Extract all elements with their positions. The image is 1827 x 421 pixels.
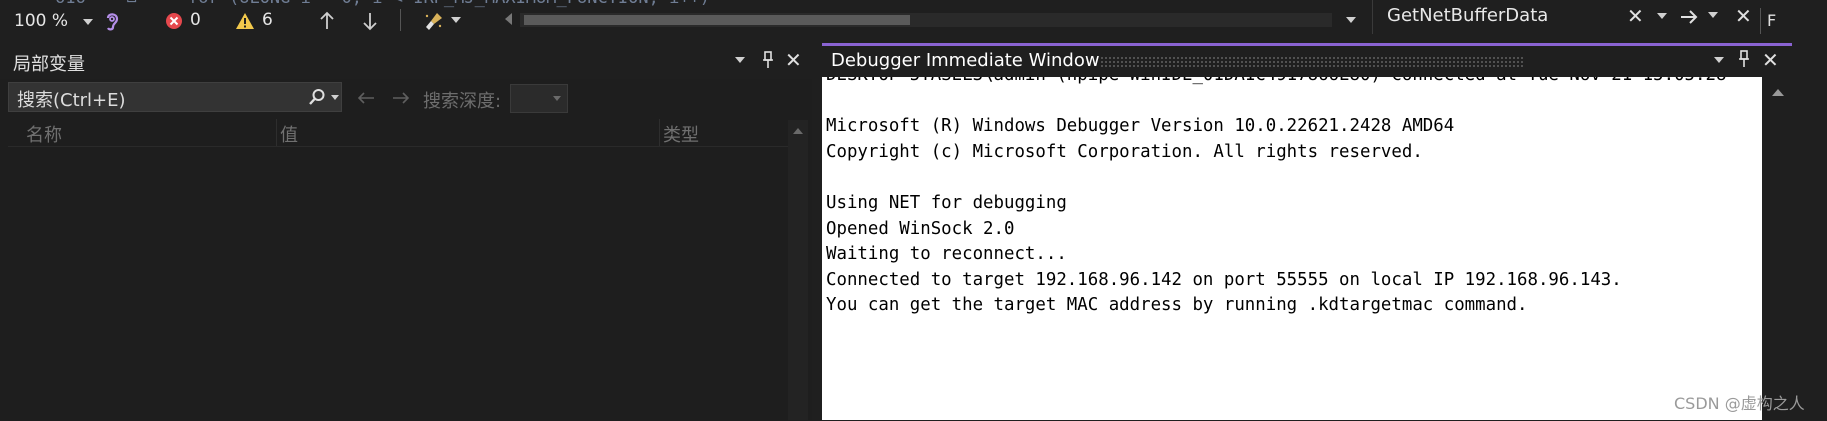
warning-icon[interactable]: [234, 9, 256, 33]
output-line: Microsoft (R) Windows Debugger Version 1…: [826, 116, 1455, 137]
find-input[interactable]: GetNetBufferData ✕: [1372, 0, 1679, 34]
clipped-label-text: F: [1767, 11, 1777, 30]
chevron-down-icon[interactable]: [451, 17, 461, 23]
column-type[interactable]: 类型: [663, 121, 699, 147]
arrow-up-icon[interactable]: [315, 8, 339, 34]
chevron-down-icon[interactable]: [1657, 13, 1667, 19]
chevron-down-icon[interactable]: [331, 95, 339, 100]
clear-icon[interactable]: ✕: [1627, 6, 1644, 26]
locals-tab-header: 局部变量 ✕: [0, 43, 812, 79]
scroll-up-icon[interactable]: [1772, 89, 1784, 96]
immediate-window-tab: Debugger Immediate Window: [822, 43, 1792, 77]
scroll-up-icon[interactable]: [793, 128, 803, 134]
forward-arrow-icon[interactable]: [390, 88, 412, 108]
locals-grid: [8, 146, 788, 421]
search-depth-combo[interactable]: [510, 84, 568, 113]
vertical-scrollbar[interactable]: [788, 120, 808, 420]
close-icon[interactable]: ✕: [1762, 50, 1779, 70]
output-line: Waiting to reconnect...: [826, 244, 1067, 265]
error-icon[interactable]: [163, 9, 185, 33]
chevron-down-icon: [83, 19, 93, 25]
search-depth-label: 搜索深度:: [423, 91, 502, 112]
pin-icon[interactable]: [758, 49, 778, 71]
output-line: You can get the target MAC address by ru…: [826, 295, 1528, 316]
panel-splitter[interactable]: [812, 43, 822, 420]
code-peek-text: 616 ⊡ for (ULONG i = 0; i < IRP_MJ_MAXIM…: [55, 0, 710, 8]
watermark: CSDN @虚构之人: [1674, 394, 1805, 413]
column-value[interactable]: 值: [280, 121, 298, 147]
arrow-down-icon[interactable]: [358, 8, 382, 34]
output-line: DESKTOP-5TASEL3\admin (npipe WinIDE_01DA…: [826, 77, 1726, 89]
close-icon[interactable]: ✕: [1735, 6, 1752, 26]
chevron-down-icon: [1346, 17, 1356, 23]
arrow-right-icon[interactable]: [1676, 4, 1702, 30]
close-icon[interactable]: ✕: [785, 50, 802, 70]
panel-title: Debugger Immediate Window: [831, 50, 1100, 71]
output-line: Opened WinSock 2.0: [826, 218, 1015, 239]
scrollbar-thumb[interactable]: [524, 15, 910, 25]
back-arrow-icon[interactable]: [355, 88, 377, 108]
clipped-label: F: [1760, 8, 1791, 34]
chevron-down-icon[interactable]: [1714, 57, 1724, 63]
zoom-combo[interactable]: 100 %: [0, 9, 97, 35]
ear-icon[interactable]: [100, 8, 124, 34]
code-peek: 616 ⊡ for (ULONG i = 0; i < IRP_MJ_MAXIM…: [0, 0, 1340, 8]
vertical-scrollbar[interactable]: [1762, 77, 1792, 420]
toolbar-separator: [400, 9, 401, 31]
triangle-left-icon[interactable]: [505, 13, 512, 25]
find-dropdown[interactable]: [1342, 8, 1360, 32]
output-line: Using NET for debugging: [826, 192, 1067, 213]
chevron-down-icon: [553, 96, 561, 101]
output-line: Connected to target 192.168.96.142 on po…: [826, 269, 1622, 290]
locals-column-header: 名称 值 类型: [8, 119, 788, 146]
chevron-down-icon[interactable]: [1708, 12, 1718, 18]
output-lines: DESKTOP-5TASEL3\admin (npipe WinIDE_01DA…: [826, 77, 1726, 319]
locals-search-input[interactable]: 搜索(Ctrl+E): [8, 82, 342, 112]
search-icon[interactable]: [307, 87, 327, 107]
find-input-value: GetNetBufferData: [1387, 5, 1549, 26]
column-name[interactable]: 名称: [26, 121, 62, 147]
drag-grip[interactable]: [1100, 56, 1525, 68]
column-separator[interactable]: [276, 119, 277, 146]
immediate-output[interactable]: DESKTOP-5TASEL3\admin (npipe WinIDE_01DA…: [822, 77, 1762, 420]
chevron-down-icon[interactable]: [735, 57, 745, 63]
column-separator[interactable]: [659, 119, 660, 146]
brush-icon[interactable]: [420, 8, 448, 34]
warning-count: 6: [262, 10, 273, 30]
panel-title: 局部变量: [13, 54, 85, 75]
error-count: 0: [190, 10, 201, 30]
search-placeholder: 搜索(Ctrl+E): [17, 90, 126, 111]
right-gutter: [1792, 43, 1827, 420]
pin-icon[interactable]: [1734, 48, 1754, 70]
zoom-value: 100 %: [14, 11, 69, 31]
output-line: Copyright (c) Microsoft Corporation. All…: [826, 141, 1423, 162]
